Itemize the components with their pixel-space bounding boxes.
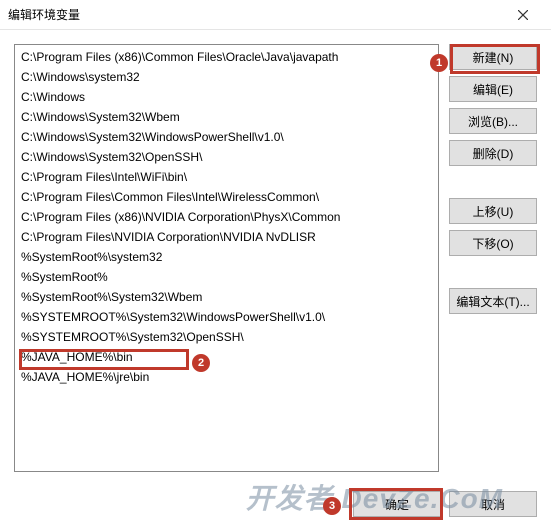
path-list-item[interactable]: C:\Program Files (x86)\Common Files\Orac… <box>15 47 438 67</box>
watermark-text: 开发者 DevZe.CoM <box>246 477 503 517</box>
delete-button[interactable]: 删除(D) <box>449 140 537 166</box>
path-list-item[interactable]: C:\Program Files\Common Files\Intel\Wire… <box>15 187 438 207</box>
edittext-button[interactable]: 编辑文本(T)... <box>449 288 537 314</box>
path-list-item[interactable]: C:\Windows\System32\WindowsPowerShell\v1… <box>15 127 438 147</box>
button-column: 新建(N) 编辑(E) 浏览(B)... 删除(D) 上移(U) 下移(O) 编… <box>449 44 537 472</box>
dialog-content: C:\Program Files (x86)\Common Files\Orac… <box>0 30 551 480</box>
browse-button[interactable]: 浏览(B)... <box>449 108 537 134</box>
edit-button[interactable]: 编辑(E) <box>449 76 537 102</box>
path-list-item[interactable]: %SYSTEMROOT%\System32\OpenSSH\ <box>15 327 438 347</box>
path-list-item[interactable]: C:\Program Files\NVIDIA Corporation\NVID… <box>15 227 438 247</box>
path-list-item[interactable]: %JAVA_HOME%\bin <box>15 347 438 367</box>
path-list-item[interactable]: %SystemRoot%\system32 <box>15 247 438 267</box>
titlebar: 编辑环境变量 <box>0 0 551 30</box>
path-list-item[interactable]: C:\Program Files (x86)\NVIDIA Corporatio… <box>15 207 438 227</box>
path-listbox[interactable]: C:\Program Files (x86)\Common Files\Orac… <box>14 44 439 472</box>
callout-2: 2 <box>192 354 210 372</box>
path-list-item[interactable]: %SYSTEMROOT%\System32\WindowsPowerShell\… <box>15 307 438 327</box>
path-list-item[interactable]: C:\Windows\System32\OpenSSH\ <box>15 147 438 167</box>
callout-1: 1 <box>430 54 448 72</box>
path-list-item[interactable]: %SystemRoot% <box>15 267 438 287</box>
path-list-item[interactable]: C:\Windows\system32 <box>15 67 438 87</box>
path-list-item[interactable]: %SystemRoot%\System32\Wbem <box>15 287 438 307</box>
path-list-item[interactable]: C:\Windows\System32\Wbem <box>15 107 438 127</box>
path-list-item[interactable]: C:\Windows <box>15 87 438 107</box>
close-icon <box>518 10 528 20</box>
movedown-button[interactable]: 下移(O) <box>449 230 537 256</box>
close-button[interactable] <box>503 0 543 30</box>
window-title: 编辑环境变量 <box>8 6 503 23</box>
moveup-button[interactable]: 上移(U) <box>449 198 537 224</box>
path-list-item[interactable]: %JAVA_HOME%\jre\bin <box>15 367 438 387</box>
callout-3: 3 <box>323 497 341 515</box>
new-button[interactable]: 新建(N) <box>449 44 537 70</box>
path-list-item[interactable]: C:\Program Files\Intel\WiFi\bin\ <box>15 167 438 187</box>
